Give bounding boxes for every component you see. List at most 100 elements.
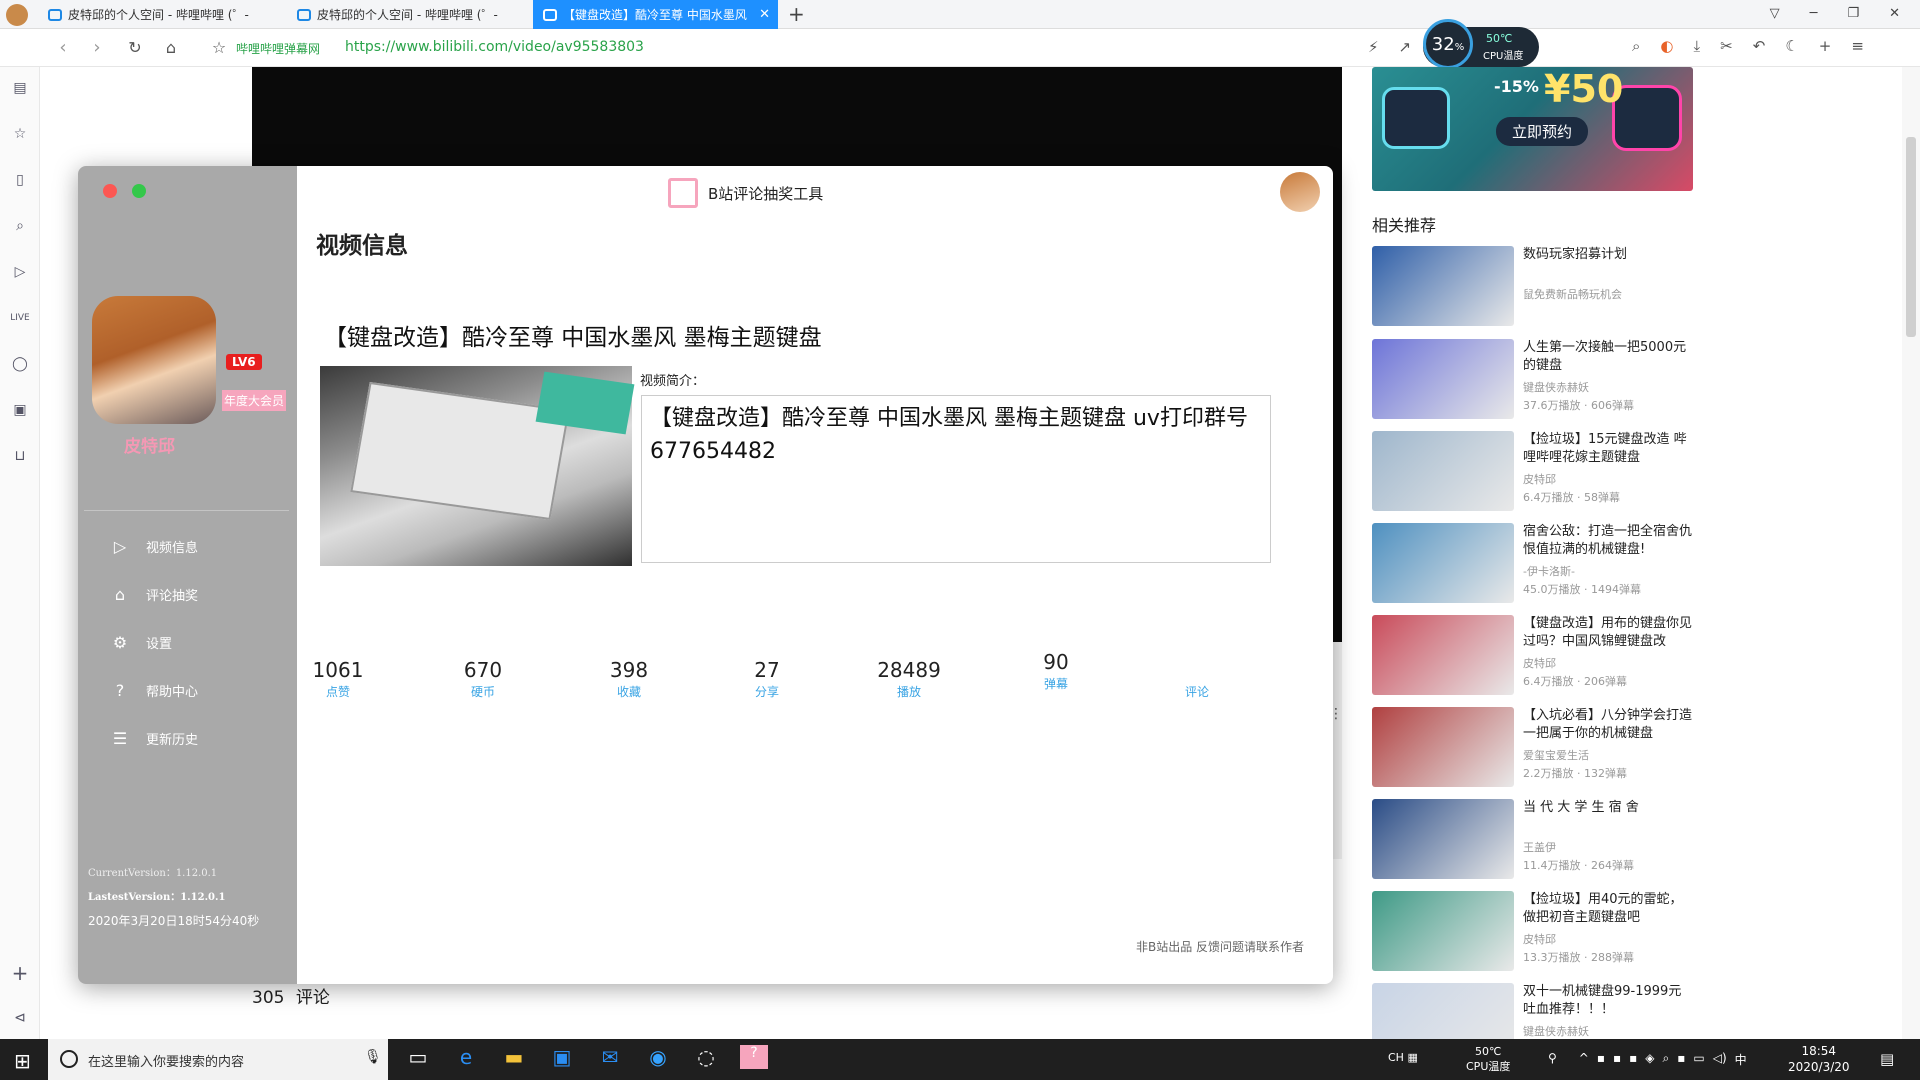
menu-lines-icon[interactable]: ≡ [1851, 37, 1864, 55]
menu-icon[interactable]: ▽ [1770, 6, 1780, 21]
back-icon[interactable]: ‹ [52, 38, 74, 58]
tray-app-icon[interactable]: ▪ [1597, 1051, 1605, 1068]
volume-icon[interactable]: ◁) [1713, 1051, 1727, 1068]
lottery-app-icon[interactable]: ? [740, 1045, 768, 1069]
scissors-icon[interactable]: ✂ [1720, 37, 1733, 55]
network-icon[interactable]: ▭ [1693, 1051, 1704, 1068]
cpu-widget[interactable]: 32% 50℃ CPU温度 [1423, 19, 1539, 69]
menu-item[interactable]: ? 帮助中心 [108, 676, 198, 704]
mic-icon[interactable]: 🎙 [364, 1049, 382, 1065]
close-window-icon[interactable]: ✕ [1889, 6, 1900, 21]
new-tab-button[interactable]: + [788, 2, 805, 26]
download-icon[interactable]: ⤓ [1694, 37, 1701, 55]
menu-item[interactable]: ☰ 更新历史 [108, 724, 198, 752]
obs-icon[interactable]: ◌ [692, 1045, 720, 1069]
notification-icon[interactable]: ▤ [1880, 1050, 1894, 1068]
related-video-card[interactable]: 【入坑必看】八分钟学会打造一把属于你的机械键盘 爱玺宝爱生活 2.2万播放 · 13… [1372, 707, 1692, 789]
page-scrollbar[interactable] [1902, 67, 1920, 1039]
windows-start-icon[interactable]: ⊞ [14, 1049, 31, 1073]
related-thumbnail[interactable] [1372, 431, 1514, 511]
page-scroll-thumb[interactable] [1906, 137, 1916, 337]
flash-icon[interactable]: ⚡ [1368, 38, 1379, 56]
tab-3-active[interactable]: 【键盘改造】酷冷至尊 中国水墨风 ✕ [533, 0, 778, 29]
related-title-text[interactable]: 【捡垃圾】15元键盘改造 哔哩哔哩花嫁主题键盘 [1523, 431, 1693, 467]
menu-item[interactable]: ⚙ 设置 [108, 628, 172, 656]
related-title-text[interactable]: 【捡垃圾】用40元的雷蛇，做把初音主题键盘吧 [1523, 891, 1693, 927]
share-icon[interactable]: ↗ [1399, 38, 1412, 56]
reload-icon[interactable]: ↻ [124, 38, 146, 58]
menu-item[interactable]: ⌂ 评论抽奖 [108, 580, 198, 608]
related-video-card[interactable]: 【捡垃圾】15元键盘改造 哔哩哔哩花嫁主题键盘 皮特邱 6.4万播放 · 58弹幕 [1372, 431, 1692, 513]
related-video-card[interactable]: 数码玩家招募计划 鼠免费新品畅玩机会 [1372, 246, 1692, 328]
maximize-dot-icon[interactable] [132, 184, 146, 198]
tab-2[interactable]: 皮特邱的个人空间 - 哔哩哔哩 (゜- [287, 0, 532, 29]
related-title-text[interactable]: 【键盘改造】用布的键盘你见过吗？中国风锦鲤键盘改 [1523, 615, 1693, 651]
home-icon[interactable]: ⌂ [160, 38, 182, 58]
live-icon[interactable]: LIVE [9, 307, 31, 329]
tab-1[interactable]: 皮特邱的个人空间 - 哔哩哔哩 (゜- [38, 0, 283, 29]
related-title-text[interactable]: 人生第一次接触一把5000元的键盘 [1523, 339, 1693, 375]
search-tray-icon[interactable]: ⌕ [1663, 1051, 1670, 1068]
tray-app-icon[interactable]: ▪ [1629, 1051, 1637, 1068]
browser-icon[interactable]: ◉ [644, 1045, 672, 1069]
related-video-card[interactable]: 当 代 大 学 生 宿 舍王盖伊 11.4万播放 · 264弹幕 [1372, 799, 1692, 881]
chat-icon[interactable]: ◯ [9, 353, 31, 375]
related-thumbnail[interactable] [1372, 615, 1514, 695]
related-video-card[interactable]: 人生第一次接触一把5000元的键盘 键盘侠赤赫妖 37.6万播放 · 606弹幕 [1372, 339, 1692, 421]
related-thumbnail[interactable] [1372, 983, 1514, 1039]
bookmark-star-icon[interactable]: ☆ [208, 38, 230, 58]
related-video-card[interactable]: 【键盘改造】用布的键盘你见过吗？中国风锦鲤键盘改 皮特邱 6.4万播放 · 206弹… [1372, 615, 1692, 697]
translate-icon[interactable]: ▣ [9, 399, 31, 421]
ime-indicator[interactable]: CH ▦ [1388, 1051, 1418, 1064]
search-icon[interactable]: ⌕ [1632, 37, 1640, 55]
news-icon[interactable]: ▤ [9, 77, 31, 99]
collapse-icon[interactable]: ⊲ [9, 1007, 31, 1029]
related-uploader[interactable]: 爱玺宝爱生活 [1523, 747, 1589, 763]
cart-icon[interactable]: ⊔ [9, 445, 31, 467]
ad-reserve-button[interactable]: 立即预约 [1496, 117, 1589, 146]
clock[interactable]: 18:54 2020/3/20 [1788, 1043, 1850, 1075]
related-uploader[interactable]: 皮特邱 [1523, 655, 1556, 671]
desc-textarea[interactable]: 【键盘改造】酷冷至尊 中国水墨风 墨梅主题键盘 uv打印群号 677654482 [641, 395, 1271, 563]
minimize-icon[interactable]: ─ [1810, 6, 1818, 21]
related-video-card[interactable]: 宿舍公敌：打造一把全宿舍仇恨值拉满的机械键盘! -伊卡洛斯- 45.0万播放 · 1… [1372, 523, 1692, 605]
reader-icon[interactable]: ▯ [9, 169, 31, 191]
mail-icon[interactable]: ✉ [596, 1045, 624, 1069]
related-thumbnail[interactable] [1372, 707, 1514, 787]
related-video-card[interactable]: 双十一机械键盘99-1999元吐血推荐！！！ 键盘侠赤赫妖 [1372, 983, 1692, 1039]
favorites-icon[interactable]: ☆ [9, 123, 31, 145]
restore-icon[interactable]: ❐ [1847, 6, 1859, 21]
night-mode-icon[interactable]: ☾ [1785, 37, 1798, 55]
search-icon[interactable]: ⌕ [9, 215, 31, 237]
bookmark-label[interactable]: 哔哩哔哩弹幕网 [236, 40, 320, 57]
tray-app-icon[interactable]: ▪ [1677, 1051, 1685, 1068]
related-uploader[interactable]: 皮特邱 [1523, 471, 1556, 487]
url-field[interactable]: https://www.bilibili.com/video/av9558380… [345, 39, 644, 55]
close-tab-icon[interactable]: ✕ [759, 7, 770, 22]
chevron-up-icon[interactable]: ^ [1579, 1051, 1589, 1068]
header-avatar[interactable] [1280, 172, 1320, 212]
task-view-icon[interactable]: ▭ [404, 1045, 432, 1069]
related-video-card[interactable]: 【捡垃圾】用40元的雷蛇，做把初音主题键盘吧 皮特邱 13.3万播放 · 288弹幕 [1372, 891, 1692, 973]
related-uploader[interactable]: -伊卡洛斯- [1523, 563, 1575, 579]
close-dot-icon[interactable] [103, 184, 117, 198]
related-uploader[interactable]: 键盘侠赤赫妖 [1523, 379, 1589, 395]
forward-icon[interactable]: › [86, 38, 108, 58]
related-thumbnail[interactable] [1372, 523, 1514, 603]
game-icon[interactable]: ◐ [1660, 37, 1673, 55]
related-title-text[interactable]: 数码玩家招募计划 [1523, 246, 1693, 264]
add-icon[interactable]: + [9, 961, 31, 985]
edge-icon[interactable]: e [452, 1045, 480, 1069]
menu-item[interactable]: ▷ 视频信息 [108, 532, 198, 560]
profile-avatar[interactable] [6, 4, 28, 26]
undo-icon[interactable]: ↶ [1753, 37, 1766, 55]
ime-mode[interactable]: 中 [1735, 1051, 1747, 1068]
related-title-text[interactable]: 双十一机械键盘99-1999元吐血推荐！！！ [1523, 983, 1693, 1019]
add-icon[interactable]: + [1819, 37, 1832, 55]
file-explorer-icon[interactable]: ▬ [500, 1045, 528, 1069]
shield-icon[interactable]: ◈ [1645, 1051, 1654, 1068]
related-uploader[interactable]: 键盘侠赤赫妖 [1523, 1023, 1589, 1039]
related-uploader[interactable]: 鼠免费新品畅玩机会 [1523, 286, 1622, 302]
related-thumbnail[interactable] [1372, 799, 1514, 879]
related-uploader[interactable]: 皮特邱 [1523, 931, 1556, 947]
